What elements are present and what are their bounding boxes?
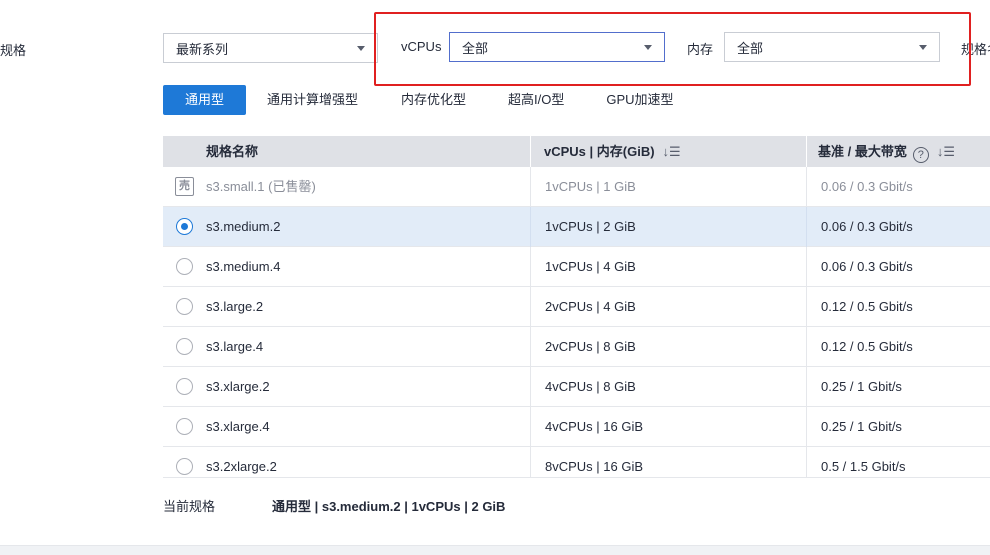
- tab-gpu-accelerated[interactable]: GPU加速型: [606, 85, 673, 115]
- row-name: s3.medium.4: [206, 259, 281, 274]
- row-name: s3.xlarge.2: [206, 379, 270, 394]
- row-cpu-mem: 4vCPUs | 8 GiB: [545, 379, 636, 394]
- column-header-bandwidth[interactable]: 基准 / 最大带宽? ↓☰: [818, 136, 955, 167]
- row-bandwidth: 0.25 / 1 Gbit/s: [821, 419, 902, 434]
- flavor-selection-page: 规格 最新系列 vCPUs 全部 内存 全部 规格名 通用型 通用计算增强型 内…: [0, 0, 990, 555]
- row-cpu-mem: 1vCPUs | 2 GiB: [545, 219, 636, 234]
- row-radio[interactable]: [176, 258, 193, 275]
- row-radio[interactable]: [176, 218, 193, 235]
- sort-icon[interactable]: ↓☰: [663, 136, 681, 167]
- memory-select-value: 全部: [737, 40, 764, 56]
- table-row[interactable]: s3.xlarge.4 4vCPUs | 16 GiB 0.25 / 1 Gbi…: [163, 407, 990, 447]
- flavor-type-tabs: 通用型 通用计算增强型 内存优化型 超高I/O型 GPU加速型: [163, 85, 674, 115]
- sort-icon[interactable]: ↓☰: [937, 136, 955, 167]
- vcpus-label: vCPUs: [401, 39, 442, 54]
- chevron-down-icon: [919, 45, 927, 50]
- current-spec-value: 通用型 | s3.medium.2 | 1vCPUs | 2 GiB: [272, 499, 506, 514]
- row-cpu-mem: 8vCPUs | 16 GiB: [545, 459, 644, 474]
- spec-name-label: 规格名: [961, 42, 990, 57]
- row-radio[interactable]: [176, 418, 193, 435]
- row-bandwidth: 0.5 / 1.5 Gbit/s: [821, 459, 906, 474]
- row-bandwidth: 0.06 / 0.3 Gbit/s: [821, 219, 913, 234]
- table-header: 规格名称 vCPUs | 内存(GiB) ↓☰ 基准 / 最大带宽? ↓☰: [163, 136, 990, 167]
- row-bandwidth: 0.06 / 0.3 Gbit/s: [821, 179, 913, 194]
- column-header-cpu-mem[interactable]: vCPUs | 内存(GiB) ↓☰: [544, 136, 681, 167]
- row-cpu-mem: 1vCPUs | 4 GiB: [545, 259, 636, 274]
- chevron-down-icon: [644, 45, 652, 50]
- row-name: s3.small.1 (已售罄): [206, 179, 316, 194]
- table-row[interactable]: s3.xlarge.2 4vCPUs | 8 GiB 0.25 / 1 Gbit…: [163, 367, 990, 407]
- table-row[interactable]: s3.large.4 2vCPUs | 8 GiB 0.12 / 0.5 Gbi…: [163, 327, 990, 367]
- row-name: s3.large.2: [206, 299, 264, 314]
- row-bandwidth: 0.06 / 0.3 Gbit/s: [821, 259, 913, 274]
- row-cpu-mem: 2vCPUs | 4 GiB: [545, 299, 636, 314]
- tab-high-io[interactable]: 超高I/O型: [508, 85, 564, 115]
- tab-general-compute-enhanced[interactable]: 通用计算增强型: [267, 85, 358, 115]
- table-row: 売 s3.small.1 (已售罄) 1vCPUs | 1 GiB 0.06 /…: [163, 167, 990, 207]
- section-label: 规格: [0, 43, 27, 58]
- column-header-cpu-mem-label: vCPUs | 内存(GiB): [544, 144, 655, 159]
- row-name: s3.2xlarge.2: [206, 459, 277, 474]
- row-cpu-mem: 4vCPUs | 16 GiB: [545, 419, 644, 434]
- vcpus-select[interactable]: 全部: [449, 32, 665, 62]
- table-row[interactable]: s3.2xlarge.2 8vCPUs | 16 GiB 0.5 / 1.5 G…: [163, 447, 990, 478]
- row-bandwidth: 0.12 / 0.5 Gbit/s: [821, 299, 913, 314]
- memory-select[interactable]: 全部: [724, 32, 940, 62]
- row-cpu-mem: 1vCPUs | 1 GiB: [545, 179, 636, 194]
- sold-out-icon: 売: [175, 177, 194, 196]
- row-radio[interactable]: [176, 298, 193, 315]
- footer-bar: [0, 545, 990, 555]
- row-radio[interactable]: [176, 338, 193, 355]
- tab-memory-optimized[interactable]: 内存优化型: [401, 85, 466, 115]
- row-bandwidth: 0.25 / 1 Gbit/s: [821, 379, 902, 394]
- row-name: s3.xlarge.4: [206, 419, 270, 434]
- series-select[interactable]: 最新系列: [163, 33, 378, 63]
- row-radio[interactable]: [176, 378, 193, 395]
- table-row[interactable]: s3.medium.4 1vCPUs | 4 GiB 0.06 / 0.3 Gb…: [163, 247, 990, 287]
- chevron-down-icon: [357, 46, 365, 51]
- vcpus-select-value: 全部: [462, 40, 489, 56]
- column-header-name: 规格名称: [206, 144, 259, 159]
- row-bandwidth: 0.12 / 0.5 Gbit/s: [821, 339, 913, 354]
- table-row[interactable]: s3.medium.2 1vCPUs | 2 GiB 0.06 / 0.3 Gb…: [163, 207, 990, 247]
- tab-general[interactable]: 通用型: [163, 85, 247, 115]
- row-cpu-mem: 2vCPUs | 8 GiB: [545, 339, 636, 354]
- memory-label: 内存: [687, 42, 714, 57]
- help-icon[interactable]: ?: [912, 147, 929, 163]
- flavor-table: 规格名称 vCPUs | 内存(GiB) ↓☰ 基准 / 最大带宽? ↓☰ 売 s3…: [163, 136, 990, 478]
- row-radio[interactable]: [176, 458, 193, 475]
- row-name: s3.large.4: [206, 339, 264, 354]
- row-name: s3.medium.2: [206, 219, 281, 234]
- column-header-bandwidth-label: 基准 / 最大带宽: [818, 144, 907, 159]
- table-row[interactable]: s3.large.2 2vCPUs | 4 GiB 0.12 / 0.5 Gbi…: [163, 287, 990, 327]
- current-spec-label: 当前规格: [163, 499, 216, 514]
- series-select-value: 最新系列: [176, 41, 229, 57]
